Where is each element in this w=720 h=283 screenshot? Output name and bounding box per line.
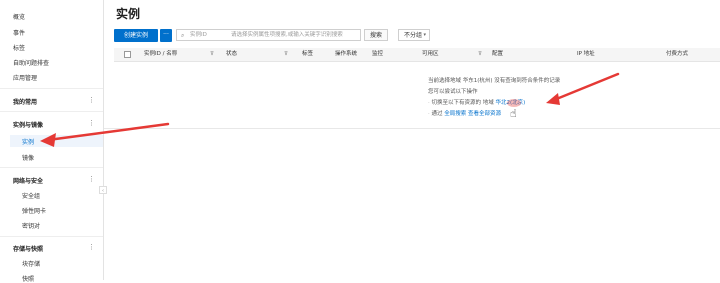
annotation-arrow-region: [546, 72, 620, 105]
annotation-arrows: [40, 72, 620, 147]
mouse-cursor-icon: ☝: [510, 107, 517, 120]
annotation-arrow-sidebar: [40, 122, 170, 147]
annotation-highlight: [507, 99, 521, 107]
